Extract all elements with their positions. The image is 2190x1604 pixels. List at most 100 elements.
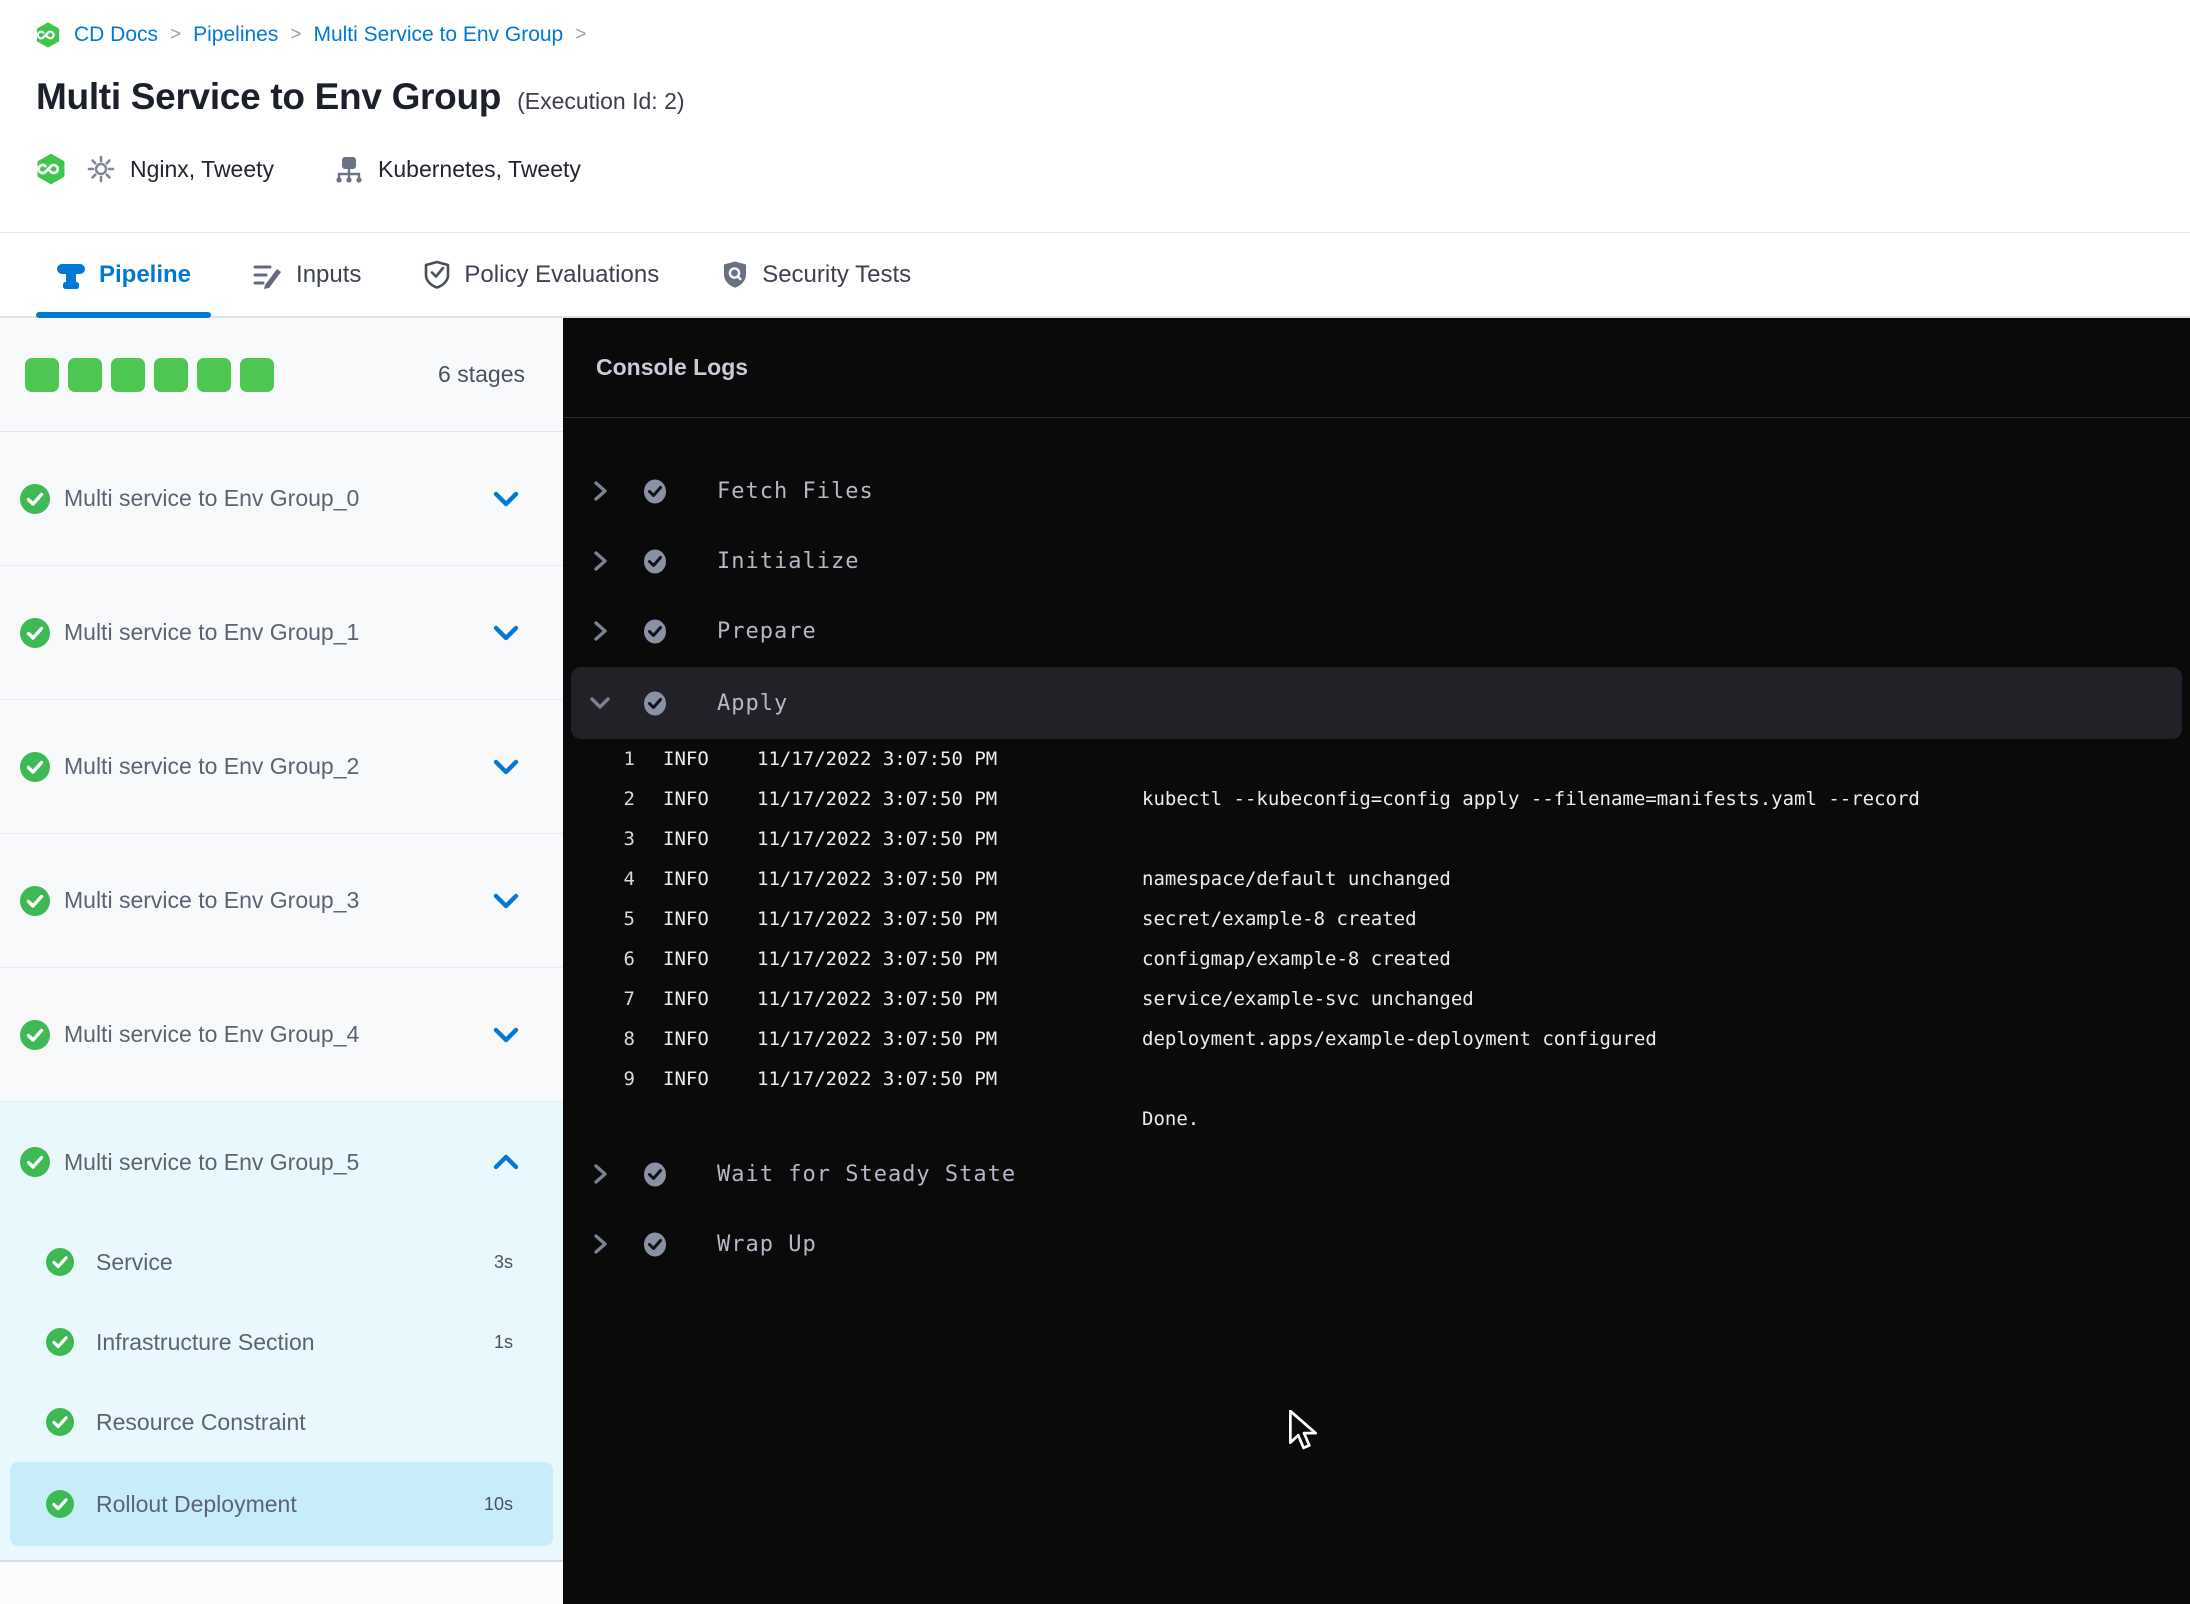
breadcrumb-separator-icon: >	[170, 24, 182, 45]
stages-panel-footer	[0, 1560, 563, 1604]
console-section-wrap-up[interactable]: Wrap Up	[563, 1209, 2190, 1279]
pipeline-icon	[57, 263, 85, 289]
services-label: Nginx, Tweety	[130, 155, 275, 182]
step-duration: 1s	[493, 1331, 513, 1352]
stage-step-row[interactable]: Infrastructure Section 1s	[10, 1302, 553, 1382]
step-duration: 10s	[483, 1493, 513, 1514]
breadcrumb-separator-icon: >	[290, 24, 302, 45]
console-section-prepare[interactable]: Prepare	[563, 596, 2190, 666]
step-success-icon	[643, 1161, 667, 1187]
chevron-up-icon[interactable]	[493, 1153, 519, 1171]
tab-inputs-label: Inputs	[296, 260, 362, 288]
console-title: Console Logs	[596, 354, 749, 380]
console-section-label: Fetch Files	[717, 478, 874, 504]
stage-row-expanded[interactable]: Multi service to Env Group_5	[0, 1102, 563, 1222]
console-section-wait-for-steady-state[interactable]: Wait for Steady State	[563, 1139, 2190, 1209]
stage-label: Multi service to Env Group_2	[64, 753, 360, 779]
policy-shield-icon	[425, 260, 450, 289]
console-section-initialize[interactable]: Initialize	[563, 526, 2190, 596]
console-section-fetch-files[interactable]: Fetch Files	[563, 456, 2190, 526]
console-section-apply[interactable]: Apply	[571, 667, 2182, 739]
log-line: 8 INFO 11/17/2022 3:07:50 PM deployment.…	[563, 1019, 2190, 1059]
tab-policy-evaluations[interactable]: Policy Evaluations	[423, 233, 659, 316]
console-section-label: Initialize	[717, 548, 860, 574]
console-section-label: Apply	[717, 690, 789, 716]
step-duration: 3s	[493, 1251, 513, 1272]
stage-row[interactable]: Multi service to Env Group_0	[0, 432, 563, 566]
log-message: configmap/example-8 created	[1142, 948, 1451, 970]
tab-security-tests[interactable]: Security Tests	[721, 233, 911, 316]
console-section-label: Prepare	[717, 618, 817, 644]
log-timestamp: 11/17/2022 3:07:50 PM	[757, 788, 998, 810]
console-header: Console Logs	[563, 318, 2190, 418]
console-section-label: Wait for Steady State	[717, 1161, 1017, 1187]
chevron-down-icon[interactable]	[493, 1026, 519, 1044]
console-section-label: Wrap Up	[717, 1231, 817, 1257]
chevron-right-icon[interactable]	[589, 620, 611, 642]
log-line-number: 9	[623, 1068, 635, 1090]
chevron-down-icon[interactable]	[493, 758, 519, 776]
success-check-icon	[46, 1490, 74, 1518]
breadcrumb-link-pipeline-name[interactable]: Multi Service to Env Group	[313, 23, 563, 47]
log-message: kubectl --kubeconfig=config apply --file…	[1142, 788, 1920, 810]
stage-step-row[interactable]: Service 3s	[10, 1222, 553, 1302]
stage-progress-row: 6 stages	[0, 318, 563, 432]
stage-progress-squares	[25, 357, 274, 392]
kubernetes-infra-icon	[335, 155, 363, 183]
log-timestamp: 11/17/2022 3:07:50 PM	[757, 748, 998, 770]
stage-success-square	[25, 357, 59, 392]
success-check-icon	[20, 617, 50, 648]
tab-pipeline[interactable]: Pipeline	[35, 233, 212, 318]
log-line: 3 INFO 11/17/2022 3:07:50 PM	[563, 819, 2190, 859]
stage-row[interactable]: Multi service to Env Group_2	[0, 700, 563, 834]
breadcrumb-link-pipelines[interactable]: Pipelines	[193, 23, 278, 47]
chevron-down-icon[interactable]	[493, 490, 519, 508]
log-line-number: 2	[623, 788, 635, 810]
stage-step-row[interactable]: Rollout Deployment 10s	[10, 1462, 553, 1546]
success-check-icon	[46, 1248, 74, 1276]
log-line: 6 INFO 11/17/2022 3:07:50 PM configmap/e…	[563, 939, 2190, 979]
log-line-number: 7	[623, 988, 635, 1010]
harness-cd-module-icon	[37, 153, 65, 185]
chevron-down-icon[interactable]	[493, 892, 519, 910]
success-check-icon	[20, 885, 50, 916]
infrastructure-label: Kubernetes, Tweety	[378, 155, 581, 182]
log-line-number: 8	[623, 1028, 635, 1050]
chevron-right-icon[interactable]	[589, 1233, 611, 1255]
chevron-right-icon[interactable]	[589, 1163, 611, 1185]
stage-row[interactable]: Multi service to Env Group_4	[0, 968, 563, 1102]
log-line: 1 INFO 11/17/2022 3:07:50 PM	[563, 739, 2190, 779]
log-timestamp: 11/17/2022 3:07:50 PM	[757, 948, 998, 970]
stage-step-row[interactable]: Resource Constraint	[10, 1382, 553, 1462]
chevron-right-icon[interactable]	[589, 480, 611, 502]
console-sections: Fetch Files Initialize Prepare Apply 1 I…	[563, 418, 2190, 1279]
chevron-down-icon[interactable]	[493, 624, 519, 642]
security-shield-icon	[722, 259, 748, 289]
log-line: 2 INFO 11/17/2022 3:07:50 PM kubectl --k…	[563, 779, 2190, 819]
stage-label: Multi service to Env Group_4	[64, 1021, 360, 1047]
chevron-right-icon[interactable]	[589, 550, 611, 572]
log-level: INFO	[663, 748, 709, 770]
stage-row[interactable]: Multi service to Env Group_1	[0, 566, 563, 700]
tab-inputs[interactable]: Inputs	[253, 233, 361, 316]
log-message: service/example-svc unchanged	[1142, 988, 1474, 1010]
expanded-stage-section: Multi service to Env Group_5 Service 3s …	[0, 1102, 563, 1560]
log-level: INFO	[663, 948, 709, 970]
tab-pipeline-label: Pipeline	[99, 260, 192, 288]
stage-label: Multi service to Env Group_5	[64, 1148, 360, 1175]
breadcrumb-link-cd-docs[interactable]: CD Docs	[74, 23, 158, 47]
stage-success-square	[68, 357, 102, 392]
page-header: CD Docs > Pipelines > Multi Service to E…	[0, 0, 2190, 233]
step-success-icon	[643, 690, 667, 716]
stage-label: Multi service to Env Group_3	[64, 887, 360, 913]
log-timestamp: 11/17/2022 3:07:50 PM	[757, 908, 998, 930]
log-message: namespace/default unchanged	[1142, 868, 1451, 890]
log-timestamp: 11/17/2022 3:07:50 PM	[757, 868, 998, 890]
stage-row[interactable]: Multi service to Env Group_3	[0, 834, 563, 968]
chevron-down-icon[interactable]	[589, 694, 611, 712]
log-timestamp: 11/17/2022 3:07:50 PM	[757, 1068, 998, 1090]
tab-security-tests-label: Security Tests	[762, 260, 912, 288]
log-level: INFO	[663, 788, 709, 810]
breadcrumb-separator-icon: >	[575, 24, 587, 45]
stage-label: Multi service to Env Group_0	[64, 485, 360, 511]
